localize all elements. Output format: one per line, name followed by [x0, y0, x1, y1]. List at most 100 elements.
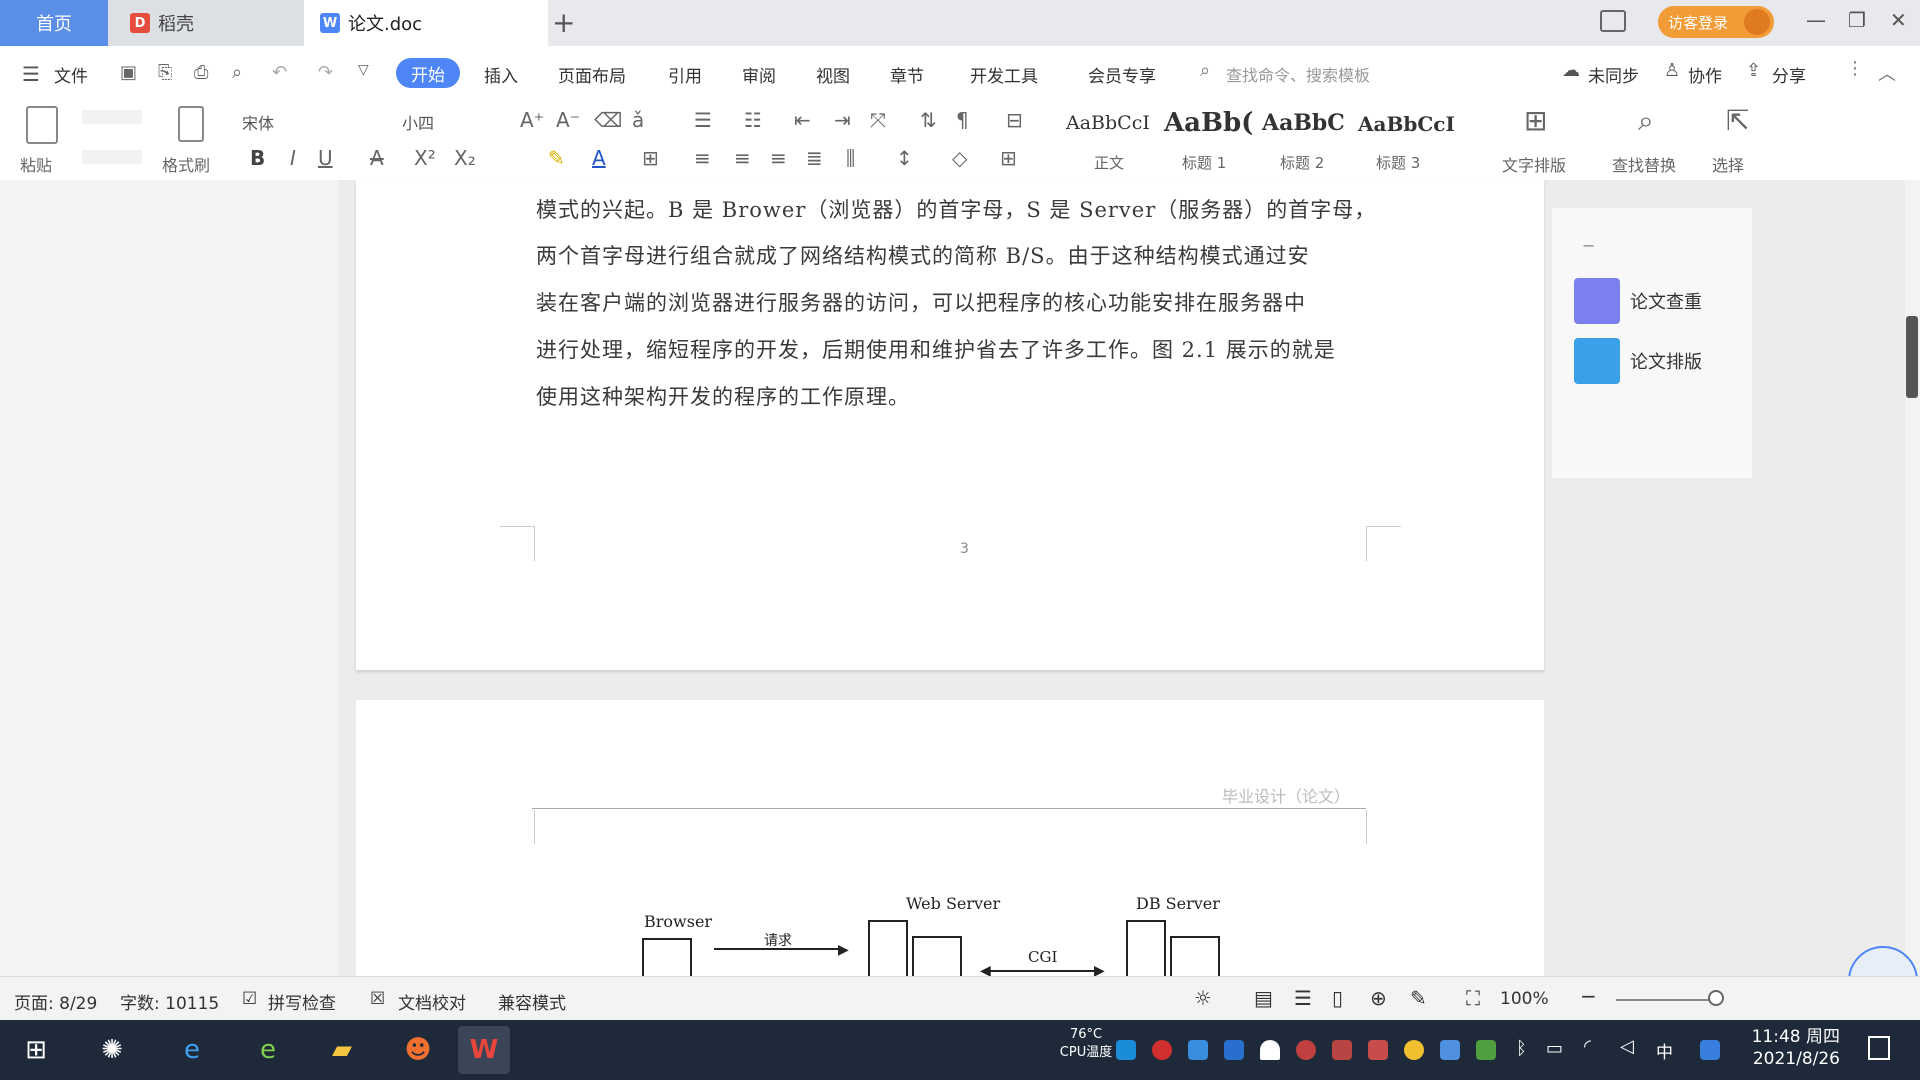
scrollbar-thumb[interactable]	[1906, 316, 1918, 398]
shading-icon[interactable]: ◇	[952, 146, 967, 170]
select-label[interactable]: 选择	[1712, 152, 1744, 176]
decrease-indent-icon[interactable]: ⇤	[794, 108, 811, 132]
highlight-icon[interactable]: ✎	[548, 146, 565, 170]
taskbar-clock[interactable]: 11:48 周四 2021/8/26	[1740, 1026, 1840, 1070]
tab-home[interactable]: 首页	[0, 0, 108, 46]
write-view-icon[interactable]: ✎	[1410, 986, 1427, 1010]
tray-app-icon[interactable]	[1152, 1040, 1172, 1060]
format-painter-label[interactable]: 格式刷	[162, 152, 210, 176]
undo-icon[interactable]: ↶	[272, 62, 287, 83]
distribute-icon[interactable]: ⫼	[846, 146, 855, 170]
cpu-temp-widget[interactable]: 76°C CPU温度	[1052, 1026, 1120, 1062]
file-explorer-icon[interactable]: ▰	[316, 1026, 368, 1074]
style-heading1-sample[interactable]: AaBb(	[1164, 108, 1253, 138]
tray-app-icon[interactable]	[1476, 1040, 1496, 1060]
page-indicator[interactable]: 页面: 8/29	[14, 989, 97, 1014]
wps-taskbar-icon[interactable]: W	[458, 1026, 510, 1074]
tray-app-icon[interactable]	[1404, 1040, 1424, 1060]
fit-page-icon[interactable]: ⛶	[1466, 986, 1480, 1010]
volume-icon[interactable]: ◁	[1620, 1036, 1634, 1057]
panel-collapse-icon[interactable]: −	[1582, 236, 1595, 255]
save-icon[interactable]: ▣	[120, 62, 137, 83]
notification-center-icon[interactable]	[1868, 1036, 1890, 1060]
close-button[interactable]: ✕	[1890, 8, 1907, 32]
clear-format-icon[interactable]: ⌫	[594, 108, 622, 132]
italic-icon[interactable]: I	[290, 146, 296, 170]
font-size-select[interactable]: 小四	[402, 110, 434, 134]
share-button[interactable]: 分享	[1772, 62, 1806, 87]
superscript-icon[interactable]: X²	[414, 146, 436, 170]
style-normal-sample[interactable]: AaBbCcI	[1066, 112, 1150, 134]
more-icon[interactable]: ⋮	[1846, 58, 1864, 79]
sync-button[interactable]: 未同步	[1588, 62, 1639, 87]
bullet-list-icon[interactable]: ☰	[694, 108, 712, 132]
show-marks-icon[interactable]: ¶	[956, 108, 969, 132]
text-layout-label[interactable]: 文字排版	[1502, 152, 1566, 176]
web-view-icon[interactable]: ⊕	[1370, 986, 1387, 1010]
align-right-icon[interactable]: ≡	[770, 146, 787, 170]
font-color-icon[interactable]: A	[592, 146, 606, 170]
ime-indicator[interactable]: 中	[1656, 1038, 1673, 1063]
menu-review[interactable]: 审阅	[742, 62, 776, 87]
word-count[interactable]: 字数: 10115	[120, 989, 219, 1014]
text-layout-icon[interactable]: ⊞	[1524, 104, 1547, 137]
find-replace-icon[interactable]: ⌕	[1638, 104, 1654, 138]
read-view-icon[interactable]: ▯	[1332, 986, 1343, 1010]
menu-references[interactable]: 引用	[668, 62, 702, 87]
new-tab-button[interactable]: +	[552, 6, 575, 39]
align-center-icon[interactable]: ≡	[734, 146, 751, 170]
align-left-icon[interactable]: ≡	[694, 146, 711, 170]
collab-button[interactable]: 协作	[1688, 62, 1722, 87]
paste-icon[interactable]	[26, 106, 58, 144]
restore-button[interactable]: ❐	[1848, 8, 1866, 32]
menu-view[interactable]: 视图	[816, 62, 850, 87]
vertical-scrollbar[interactable]	[1905, 180, 1920, 976]
menu-start[interactable]: 开始	[396, 58, 460, 88]
find-replace-label[interactable]: 查找替换	[1612, 152, 1676, 176]
bell-icon[interactable]	[1260, 1040, 1280, 1060]
tray-app-icon[interactable]	[1296, 1040, 1316, 1060]
bold-icon[interactable]: B	[250, 146, 265, 170]
proofread-button[interactable]: 文档校对	[398, 989, 466, 1014]
borders-icon[interactable]: ⊞	[1000, 146, 1017, 170]
ie-browser-icon[interactable]: e	[166, 1026, 218, 1074]
hamburger-icon[interactable]: ☰	[22, 62, 40, 86]
media-app-icon[interactable]: ☻	[392, 1026, 444, 1074]
cut-icon[interactable]	[82, 110, 142, 124]
chinese-layout-icon[interactable]: ⤧	[870, 108, 886, 132]
menu-member[interactable]: 会员专享	[1088, 62, 1156, 87]
grow-font-icon[interactable]: A⁺	[520, 108, 544, 132]
layout-icon[interactable]	[1600, 10, 1626, 32]
menu-insert[interactable]: 插入	[484, 62, 518, 87]
zoom-level[interactable]: 100%	[1500, 989, 1549, 1009]
wifi-icon[interactable]: ◜	[1584, 1036, 1591, 1057]
menu-developer[interactable]: 开发工具	[970, 62, 1038, 87]
format-painter-icon[interactable]	[178, 106, 204, 142]
zoom-slider[interactable]	[1616, 999, 1716, 1001]
menu-file[interactable]: 文件	[54, 62, 88, 87]
zoom-slider-handle[interactable]	[1708, 990, 1724, 1006]
tray-app-icon[interactable]	[1440, 1040, 1460, 1060]
tab-document[interactable]: W 论文.doc	[304, 0, 548, 46]
chevron-down-icon[interactable]: ▽	[358, 62, 369, 78]
tray-app-icon[interactable]	[1700, 1040, 1720, 1060]
pinwheel-app-icon[interactable]: ✺	[86, 1026, 138, 1074]
style-heading2-sample[interactable]: AaBbC	[1262, 110, 1345, 136]
menu-chapter[interactable]: 章节	[890, 62, 924, 87]
justify-icon[interactable]: ≣	[806, 146, 823, 170]
output-icon[interactable]: ⎘	[158, 62, 172, 83]
copy-icon[interactable]	[82, 150, 142, 164]
preview-icon[interactable]: ⌕	[232, 62, 242, 83]
eye-protect-icon[interactable]: ☼	[1194, 986, 1212, 1010]
minimize-button[interactable]: —	[1806, 8, 1826, 32]
paper-check-button[interactable]: 论文查重	[1574, 278, 1702, 324]
increase-indent-icon[interactable]: ⇥	[834, 108, 851, 132]
print-icon[interactable]: ⎙	[194, 62, 208, 83]
font-name-select[interactable]: 宋体	[242, 110, 274, 134]
tray-app-icon[interactable]	[1368, 1040, 1388, 1060]
strikethrough-icon[interactable]: A	[370, 146, 384, 170]
sort-icon[interactable]: ⇅	[920, 108, 937, 132]
tray-app-icon[interactable]	[1116, 1040, 1136, 1060]
numbered-list-icon[interactable]: ☷	[744, 108, 762, 132]
underline-icon[interactable]: U	[318, 146, 333, 170]
